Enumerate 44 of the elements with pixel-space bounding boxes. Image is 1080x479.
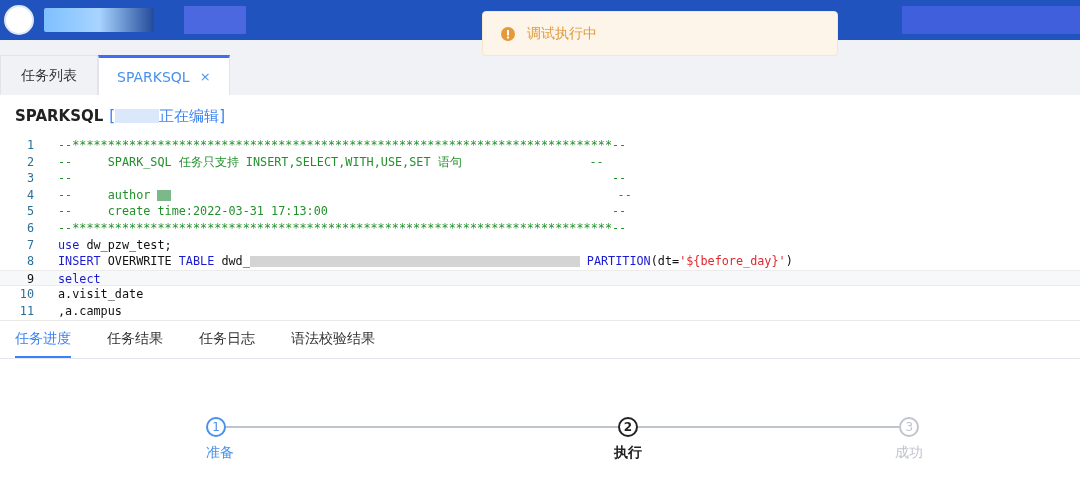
step-label: 准备 <box>206 444 234 462</box>
code-line: --****************************************************************************-- <box>58 137 627 154</box>
step-label: 执行 <box>614 444 642 462</box>
code-line: select <box>58 270 101 286</box>
redacted-block <box>184 6 246 34</box>
line-number: 5 <box>25 203 35 220</box>
redacted-block <box>115 109 160 123</box>
tab[interactable]: 任务列表 <box>0 55 98 95</box>
line-number: 3 <box>25 170 35 187</box>
step-circle: 2 <box>618 417 638 437</box>
line-number: 9 <box>25 270 35 286</box>
line-number: 4 <box>25 186 35 204</box>
code-editor[interactable] <box>0 137 1080 321</box>
code-line: -- -- <box>58 170 627 187</box>
step-label: 成功 <box>895 444 924 462</box>
tab[interactable]: 任务结果 <box>107 321 163 358</box>
code-line: use dw_pzw_test; <box>58 236 172 254</box>
code-line: a.visit_date <box>58 286 144 303</box>
warning-icon <box>501 26 515 41</box>
line-number: 10 <box>18 286 35 303</box>
line-number: 7 <box>25 236 35 254</box>
code-line: INSERT OVERWRITE TABLE dwd_ PARTITION(dt='${before_day}') <box>58 253 793 270</box>
line-number: 11 <box>18 302 35 320</box>
editor-title: SPARKSQL <box>15 107 104 125</box>
code-line: -- create time:2022-03-31 17:13:00 -- <box>58 203 627 220</box>
tab-label: 任务列表 <box>21 66 77 85</box>
tab[interactable]: 任务日志 <box>199 321 255 358</box>
tab[interactable]: 任务进度 <box>15 321 71 358</box>
code-line: --****************************************************************************-- <box>58 219 627 237</box>
step-circle: 3 <box>899 417 920 437</box>
tab[interactable]: 语法校验结果 <box>291 321 375 358</box>
line-number: 8 <box>25 253 35 270</box>
code-line: ,a.campus <box>58 302 122 320</box>
tab-label: SPARKSQL <box>117 68 190 85</box>
code-line: -- SPARK_SQL 任务只支持 INSERT,SELECT,WITH,USE,SET 语句 -- <box>58 153 604 171</box>
step-circle: 1 <box>206 417 226 437</box>
line-number: 1 <box>25 137 35 154</box>
line-number: 2 <box>25 153 35 171</box>
edit-status: 正在编辑] <box>159 106 226 126</box>
code-line: -- author -- <box>58 186 632 204</box>
line-number: 6 <box>25 219 35 237</box>
bracket-text: [ <box>109 107 116 125</box>
logo-icon <box>4 5 34 35</box>
toast-text: 调试执行中 <box>527 24 597 43</box>
